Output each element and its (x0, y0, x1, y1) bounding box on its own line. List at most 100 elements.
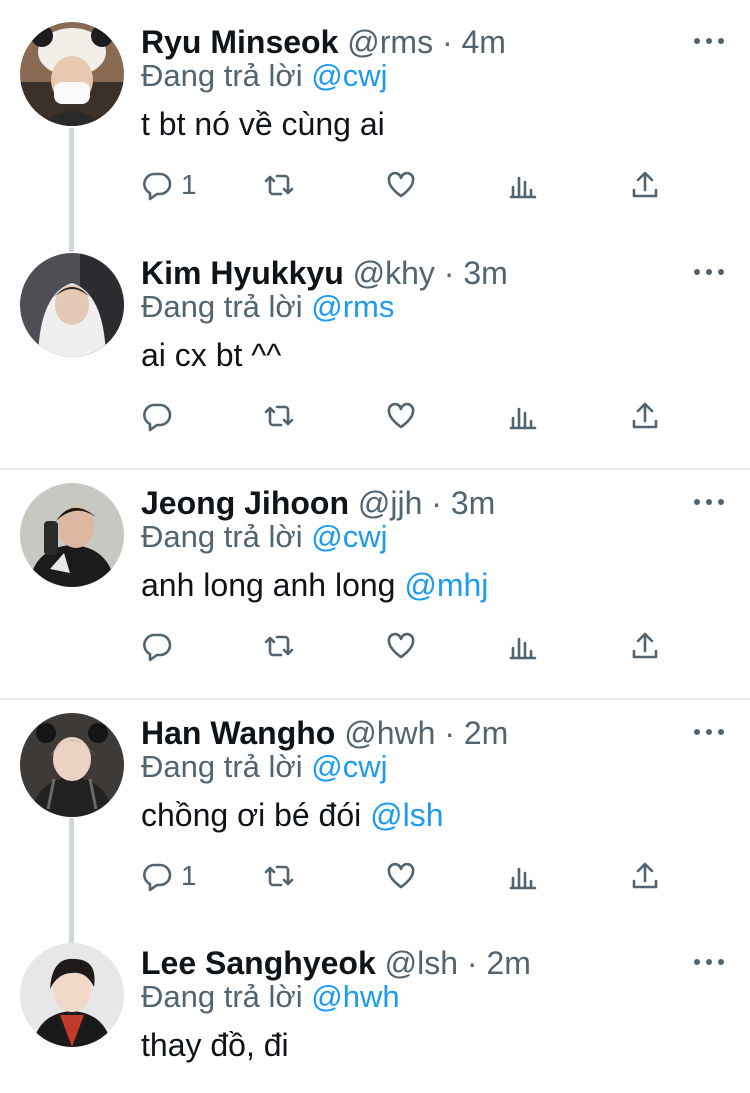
like-button[interactable] (385, 398, 417, 434)
author-name[interactable]: Lee Sanghyeok (141, 945, 376, 981)
replying-to-mention[interactable]: @rms (311, 289, 394, 324)
share-button[interactable] (629, 628, 661, 664)
avatar[interactable] (20, 253, 124, 357)
views-button[interactable] (507, 858, 539, 894)
reply-button[interactable] (141, 398, 181, 434)
timestamp[interactable]: 2m (486, 945, 530, 981)
profile-photo-icon (20, 22, 124, 126)
tweet-text-content: t bt nó về cùng ai (141, 106, 385, 142)
tweet[interactable]: Ryu Minseok @rms · 4m Đang trả lời @cwj … (0, 22, 750, 232)
reply-button[interactable] (141, 628, 181, 664)
author-handle[interactable]: @khy (353, 255, 435, 291)
author-handle[interactable]: @jjh (358, 485, 423, 521)
like-button[interactable] (385, 167, 417, 203)
author-name[interactable]: Han Wangho (141, 715, 335, 751)
reply-icon (143, 863, 172, 892)
tweet-divider (0, 698, 750, 700)
timestamp[interactable]: 3m (463, 255, 507, 291)
separator-dot: · (444, 715, 455, 751)
views-button[interactable] (507, 398, 539, 434)
retweet-icon (264, 865, 294, 887)
heart-icon (387, 402, 415, 429)
views-button[interactable] (507, 167, 539, 203)
like-button[interactable] (385, 858, 417, 894)
tweet-text: t bt nó về cùng ai (141, 102, 385, 146)
author-handle[interactable]: @hwh (344, 715, 435, 751)
avatar[interactable] (20, 943, 124, 1047)
reply-count: 1 (181, 860, 197, 891)
tweet-mention[interactable]: @mhj (404, 567, 488, 603)
reply-button[interactable]: 1 (141, 167, 197, 203)
tweet-text-content: thay đồ, đi (141, 1027, 289, 1063)
tweet-text: thay đồ, đi (141, 1023, 289, 1067)
separator-dot: · (441, 24, 453, 60)
author-name[interactable]: Jeong Jihoon (141, 485, 349, 521)
tweet-text-content: ai cx bt ^^ (141, 337, 282, 373)
retweet-icon (264, 174, 294, 196)
tweet-mention[interactable]: @lsh (370, 797, 443, 833)
replying-to-label: Đang trả lời (141, 58, 303, 93)
reply-icon (143, 172, 172, 201)
retweet-button[interactable] (263, 167, 295, 203)
more-icon[interactable] (694, 957, 724, 967)
tweet-actions (141, 398, 681, 434)
share-button[interactable] (629, 398, 661, 434)
retweet-button[interactable] (263, 398, 295, 434)
more-icon[interactable] (694, 267, 724, 277)
author-handle[interactable]: @rms (347, 24, 433, 60)
author-handle[interactable]: @lsh (385, 945, 458, 981)
share-icon (632, 171, 658, 198)
tweet-text: chồng ơi bé đói @lsh (141, 793, 444, 837)
analytics-icon (509, 637, 537, 660)
more-icon[interactable] (694, 727, 724, 737)
reply-count: 1 (181, 169, 197, 200)
tweet-actions: 1 (141, 858, 681, 894)
tweet[interactable]: Jeong Jihoon @jjh · 3m Đang trả lời @cwj… (0, 483, 750, 693)
tweet[interactable]: Lee Sanghyeok @lsh · 2m Đang trả lời @hw… (0, 943, 750, 1093)
heart-icon (387, 171, 415, 198)
separator-dot: · (466, 945, 478, 981)
tweet[interactable]: Han Wangho @hwh · 2m Đang trả lời @cwj c… (0, 713, 750, 923)
retweet-icon (264, 635, 294, 657)
retweet-button[interactable] (263, 858, 295, 894)
timestamp[interactable]: 4m (462, 24, 506, 60)
separator-dot: · (443, 255, 455, 291)
retweet-icon (264, 405, 294, 427)
profile-photo-icon (20, 713, 124, 817)
avatar[interactable] (20, 22, 124, 126)
tweet-text-content: chồng ơi bé đói (141, 797, 371, 833)
profile-photo-icon (20, 943, 124, 1047)
replying-to-label: Đang trả lời (141, 749, 303, 784)
author-name[interactable]: Ryu Minseok (141, 24, 338, 60)
timestamp[interactable]: 2m (464, 715, 508, 751)
tweet[interactable]: Kim Hyukkyu @khy · 3m Đang trả lời @rms … (0, 253, 750, 463)
replying-to-label: Đang trả lời (141, 289, 303, 324)
replying-to-label: Đang trả lời (141, 519, 303, 554)
replying-to: Đang trả lời @cwj (141, 56, 388, 96)
tweet-text-content: anh long anh long (141, 567, 405, 603)
replying-to: Đang trả lời @hwh (141, 977, 400, 1017)
replying-to-mention[interactable]: @hwh (311, 979, 399, 1014)
like-button[interactable] (385, 628, 417, 664)
share-button[interactable] (629, 858, 661, 894)
share-button[interactable] (629, 167, 661, 203)
retweet-button[interactable] (263, 628, 295, 664)
replying-to-mention[interactable]: @cwj (311, 749, 387, 784)
share-icon (632, 862, 658, 889)
more-icon[interactable] (694, 497, 724, 507)
more-icon[interactable] (694, 36, 724, 46)
author-name[interactable]: Kim Hyukkyu (141, 255, 344, 291)
views-button[interactable] (507, 628, 539, 664)
replying-to-mention[interactable]: @cwj (311, 519, 387, 554)
replying-to: Đang trả lời @cwj (141, 517, 388, 557)
timestamp[interactable]: 3m (451, 485, 495, 521)
share-icon (632, 632, 658, 659)
tweet-text: ai cx bt ^^ (141, 333, 281, 377)
replying-to-mention[interactable]: @cwj (311, 58, 387, 93)
tweet-text: anh long anh long @mhj (141, 563, 488, 607)
reply-button[interactable]: 1 (141, 858, 197, 894)
heart-icon (387, 862, 415, 889)
analytics-icon (509, 407, 537, 430)
avatar[interactable] (20, 713, 124, 817)
avatar[interactable] (20, 483, 124, 587)
